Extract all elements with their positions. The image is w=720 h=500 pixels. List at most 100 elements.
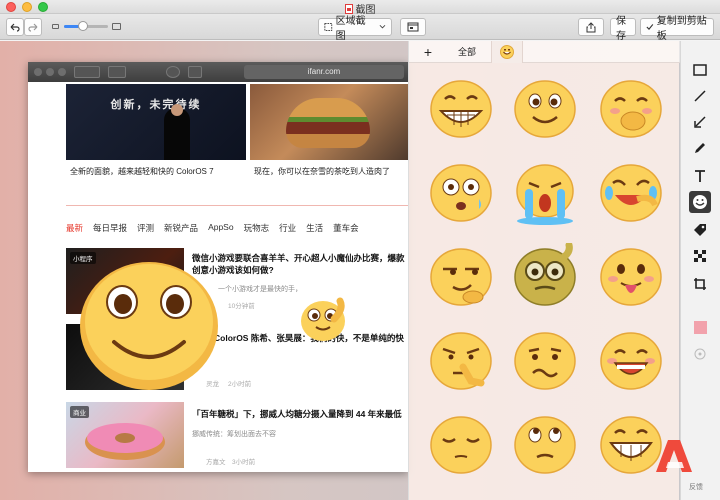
share-icon [586, 21, 596, 32]
stroke-size-picker[interactable] [689, 343, 711, 365]
emoji-eye-roll[interactable] [511, 411, 579, 479]
browser-traffic-dot [58, 68, 66, 76]
hero-image-burger [250, 84, 408, 160]
nav-item: 每日早报 [93, 223, 128, 233]
pen-tool[interactable] [689, 137, 711, 159]
article-time: 10分钟前 [228, 303, 255, 310]
crop-icon [694, 278, 706, 290]
browser-traffic-dot [46, 68, 54, 76]
emoji-grin-teeth[interactable] [427, 75, 495, 143]
emoji-crying[interactable] [511, 159, 579, 227]
text-tool[interactable] [689, 165, 711, 187]
app-logo-icon [656, 440, 692, 472]
text-icon [695, 170, 705, 182]
share-button[interactable] [578, 18, 604, 36]
emoji-cover-mouth[interactable] [597, 75, 665, 143]
size-dot-icon [694, 348, 706, 360]
burger-illustration [286, 98, 370, 148]
undo-icon [10, 23, 20, 32]
window-capture-button[interactable] [400, 18, 426, 36]
browser-toolbar: ifanr.com [28, 62, 408, 82]
chevron-down-icon [379, 24, 386, 29]
zoom-slider[interactable] [64, 21, 108, 31]
emoji-panel-tabs: + 全部 [409, 41, 680, 63]
emoji-nerd-glasses[interactable] [511, 243, 579, 311]
line-icon [694, 90, 706, 102]
hero1-caption: 全新的面貌，越来越轻和快的 ColorOS 7 [70, 167, 214, 176]
browser-url-bar: ifanr.com [244, 65, 404, 79]
article-title: 微信小游戏要联合喜羊羊、开心超人小魔仙办比赛，爆款创意小游戏该如何做? [192, 253, 405, 275]
nav-item: AppSo [208, 222, 234, 232]
category-nav: 最新 每日早报 评测 新锐产品 AppSo 玩物志 行业 生活 董车会 [66, 222, 359, 234]
placed-peek-emoji[interactable] [298, 297, 348, 345]
zoom-out-icon[interactable] [52, 24, 59, 29]
crop-tool[interactable] [689, 273, 711, 295]
window-capture-icon [407, 22, 419, 32]
emoji-dizzy[interactable] [427, 159, 495, 227]
copy-to-clipboard-button[interactable]: 复制到剪贴板 [640, 16, 714, 42]
zoom-slider-knob[interactable] [78, 21, 88, 31]
browser-reader-icon [188, 66, 202, 78]
nav-item: 生活 [306, 223, 324, 233]
redo-icon [28, 23, 38, 32]
color-picker[interactable] [689, 316, 711, 338]
donut-illustration [85, 423, 165, 460]
emoji-smile[interactable] [511, 75, 579, 143]
emoji-awkward[interactable] [511, 327, 579, 395]
rectangle-icon [693, 64, 707, 76]
nav-item: 玩物志 [243, 223, 270, 233]
browser-privacy-icon [166, 66, 180, 78]
tag-tool[interactable] [689, 219, 711, 241]
annotation-tool-rail: 反馈 [680, 41, 720, 500]
tab-emoji[interactable] [491, 41, 523, 63]
nav-item: 新锐产品 [164, 223, 199, 233]
save-button[interactable]: 保存 [610, 16, 636, 42]
line-tool[interactable] [689, 85, 711, 107]
tab-all[interactable]: 全部 [449, 41, 485, 63]
article-summary: 挪威传统：筹划出面去不容 [192, 431, 276, 438]
emoji-smirk[interactable] [427, 243, 495, 311]
mosaic-icon [694, 250, 706, 262]
nav-item-latest: 最新 [66, 223, 84, 233]
nav-item: 评测 [137, 223, 155, 233]
emoji-tongue-out[interactable] [597, 243, 665, 311]
feedback-link[interactable]: 反馈 [689, 482, 703, 492]
screenshot-app-window: 截图 区域截图 保存 复制到剪贴板 ifanr.com 创新，未完待续 全新的面… [0, 0, 720, 500]
color-swatch-icon [693, 320, 707, 334]
article-author: 方嘉文 [206, 459, 226, 466]
add-emoji-button[interactable]: + [417, 41, 439, 63]
article-time: 3小时前 [232, 459, 256, 466]
arrow-tool[interactable] [689, 111, 711, 133]
article-title: 「百年糖税」下，挪威人均糖分摄入量降到 44 年来最低 [192, 409, 402, 419]
zoom-in-icon[interactable] [112, 23, 121, 30]
emoji-panel: + 全部 [408, 41, 680, 500]
arrow-icon [694, 116, 706, 128]
redo-button[interactable] [24, 18, 42, 36]
rectangle-tool[interactable] [689, 59, 711, 81]
toolbar: 区域截图 保存 复制到剪贴板 [0, 14, 720, 42]
placed-smile-emoji[interactable] [78, 260, 220, 392]
emoji-icon [693, 195, 707, 209]
tag-icon [694, 224, 706, 236]
hero2-caption: 现在，你可以在奈雪的茶吃到人造肉了 [254, 167, 390, 176]
emoji-sleepy[interactable] [427, 411, 495, 479]
browser-traffic-dot [34, 68, 42, 76]
emoji-tears-of-joy[interactable] [597, 159, 665, 227]
article-time: 2小时前 [228, 381, 252, 388]
undo-button[interactable] [6, 18, 24, 36]
nav-item: 行业 [279, 223, 297, 233]
emoji-tool[interactable] [689, 191, 711, 213]
pen-icon [695, 143, 705, 153]
emoji-pick-nose[interactable] [427, 327, 495, 395]
capture-mode-select[interactable]: 区域截图 [318, 16, 392, 42]
hero-image-coloros: 创新，未完待续 [66, 84, 246, 160]
speaker-head [171, 104, 183, 116]
mosaic-tool[interactable] [689, 245, 711, 267]
hero-slogan: 创新，未完待续 [110, 99, 202, 111]
nav-item: 董车会 [333, 223, 359, 233]
emoji-category-icon [500, 45, 514, 59]
article-summary: 一个小游戏才是最快的手， [218, 286, 302, 293]
region-select-icon [324, 23, 333, 31]
emoji-laugh[interactable] [597, 327, 665, 395]
article-thumbnail: 商业 [66, 402, 184, 468]
